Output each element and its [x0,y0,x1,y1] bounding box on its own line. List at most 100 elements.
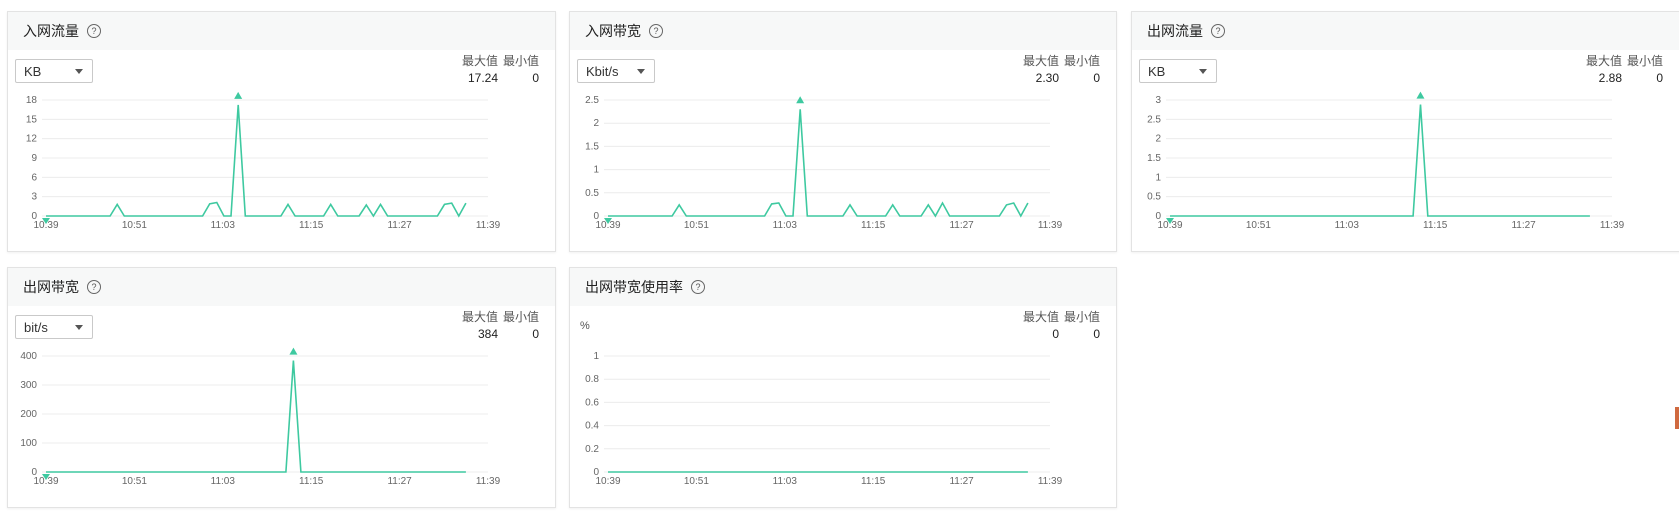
max-label: 最大值 [461,310,498,324]
panel-inbound-traffic: 入网流量 ? KB 最大值 最小值 17.24 0 18 15 12 9 6 3 0 10:39 1… [7,11,556,252]
series-line [46,360,466,473]
y-tick-label: 9 [31,153,37,164]
x-tick-label: 11:15 [861,220,886,231]
y-tick-label: 400 [20,351,37,362]
y-tick-label: 200 [20,409,37,420]
question-circle-icon[interactable]: ? [87,280,101,294]
question-circle-icon[interactable]: ? [691,280,705,294]
panel-header: 入网流量 ? [8,12,555,50]
unit-label: % [580,320,590,332]
unit-select[interactable]: KB [1139,59,1217,83]
x-tick-label: 11:27 [949,220,974,231]
line-chart[interactable]: 400300200100010:39 10:51 11:03 11:15 11:27 11… [8,340,555,505]
stats: 最大值 最小值 2.30 0 [1021,53,1100,87]
scrollbar-marker[interactable] [1675,407,1679,429]
y-tick-label: 2.5 [585,95,599,106]
min-label: 最小值 [503,310,540,324]
max-label: 最大值 [461,54,498,68]
panel-title: 入网带宽 [585,23,641,39]
x-tick-label: 10:39 [595,476,620,487]
line-chart[interactable]: 181512963010:39 10:51 11:03 11:15 11:27 11:39 [8,84,555,249]
min-label: 最小值 [1064,310,1101,324]
x-tick-label: 11:27 [387,220,412,231]
unit-select[interactable]: KB [15,59,93,83]
max-marker [234,91,243,99]
line-chart[interactable]: 2.521.510.5010:39 10:51 11:03 11:15 11:27 11:… [570,84,1116,249]
chevron-down-icon [1199,69,1207,74]
x-tick-label: 11:03 [211,476,236,487]
x-tick-label: 11:15 [299,220,324,231]
panel-outbound-bandwidth: 出网带宽 ? bit/s 最大值 最小值 384 0 400 300 200 100 0 10… [7,267,556,508]
max-label: 最大值 [1585,54,1622,68]
question-circle-icon[interactable]: ? [1211,24,1225,38]
y-tick-label: 3 [1155,95,1161,106]
unit-select[interactable]: bit/s [15,315,93,339]
panel-header: 出网流量 ? [1132,12,1679,50]
x-tick-label: 11:15 [861,476,886,487]
unit-select-value: Kbit/s [586,63,619,79]
max-marker [289,347,298,355]
x-tick-label: 11:39 [476,220,501,231]
unit-select[interactable]: Kbit/s [577,59,655,83]
x-tick-label: 11:03 [773,220,798,231]
question-circle-icon[interactable]: ? [87,24,101,38]
x-tick-label: 10:51 [684,220,709,231]
y-tick-label: 6 [31,172,37,183]
stats: 最大值 最小值 384 0 [460,309,539,343]
chevron-down-icon [637,69,645,74]
series-line [608,109,1029,218]
y-tick-label: 1 [593,351,599,362]
panel-title: 出网带宽使用率 [585,279,683,295]
max-marker [1416,91,1425,99]
unit-select-value: KB [24,63,42,79]
stats: 最大值 最小值 00 [1021,309,1100,343]
y-tick-label: 0.5 [585,188,599,199]
y-tick-label: 15 [26,114,38,125]
y-tick-label: 0.6 [585,397,599,408]
max-label: 最大值 [1022,54,1059,68]
unit-select-value: KB [1148,63,1166,79]
min-label: 最小值 [503,54,540,68]
x-tick-label: 11:39 [1038,220,1063,231]
x-tick-label: 10:51 [122,476,147,487]
chevron-down-icon [75,325,83,330]
series-line [46,104,467,218]
panel-inbound-bandwidth: 入网带宽 ? Kbit/s 最大值 最小值 2.30 0 2.5 2 1.5 1 0.5 0 1… [569,11,1117,252]
y-tick-label: 2 [593,118,599,129]
line-chart[interactable]: 32.521.510.5010:39 10:51 11:03 11:15 11:27 11… [1132,84,1679,249]
unit-select-value: bit/s [24,319,48,335]
y-tick-label: 1 [1155,172,1161,183]
y-tick-label: 0.4 [585,421,599,432]
x-tick-label: 11:27 [387,476,412,487]
y-tick-label: 3 [31,192,37,203]
panel-title: 入网流量 [23,23,79,39]
y-tick-label: 1.5 [1147,153,1161,164]
x-tick-label: 11:03 [773,476,798,487]
y-tick-label: 2.5 [1147,114,1161,125]
panel-outbound-bandwidth-usage: 出网带宽使用率 ? % 最大值 最小值 00 1 0.8 0.6 0.4 0.2 0 10:3… [569,267,1117,508]
x-tick-label: 10:51 [684,476,709,487]
x-tick-label: 11:15 [299,476,324,487]
series-line [1170,104,1590,217]
y-tick-label: 1.5 [585,141,599,152]
x-tick-label: 11:27 [1511,220,1536,231]
panel-header: 入网带宽 ? [570,12,1116,50]
stats: 最大值 最小值 17.24 0 [460,53,539,87]
chevron-down-icon [75,69,83,74]
x-tick-label: 11:39 [1038,476,1063,487]
y-tick-label: 100 [20,438,37,449]
panel-header: 出网带宽使用率 ? [570,268,1116,306]
y-tick-label: 0.5 [1147,192,1161,203]
y-tick-label: 0.8 [585,374,599,385]
panel-header: 出网带宽 ? [8,268,555,306]
question-circle-icon[interactable]: ? [649,24,663,38]
x-tick-label: 11:27 [949,476,974,487]
line-chart[interactable]: 10.80.60.40.2010:39 10:51 11:03 11:15 11:27 1… [570,340,1116,505]
panel-title: 出网带宽 [23,279,79,295]
x-tick-label: 11:03 [1335,220,1360,231]
y-tick-label: 12 [26,134,38,145]
x-tick-label: 11:03 [211,220,236,231]
min-label: 最小值 [1064,54,1101,68]
stats: 最大值 最小值 2.88 0 [1584,53,1663,87]
y-tick-label: 2 [1155,134,1161,145]
